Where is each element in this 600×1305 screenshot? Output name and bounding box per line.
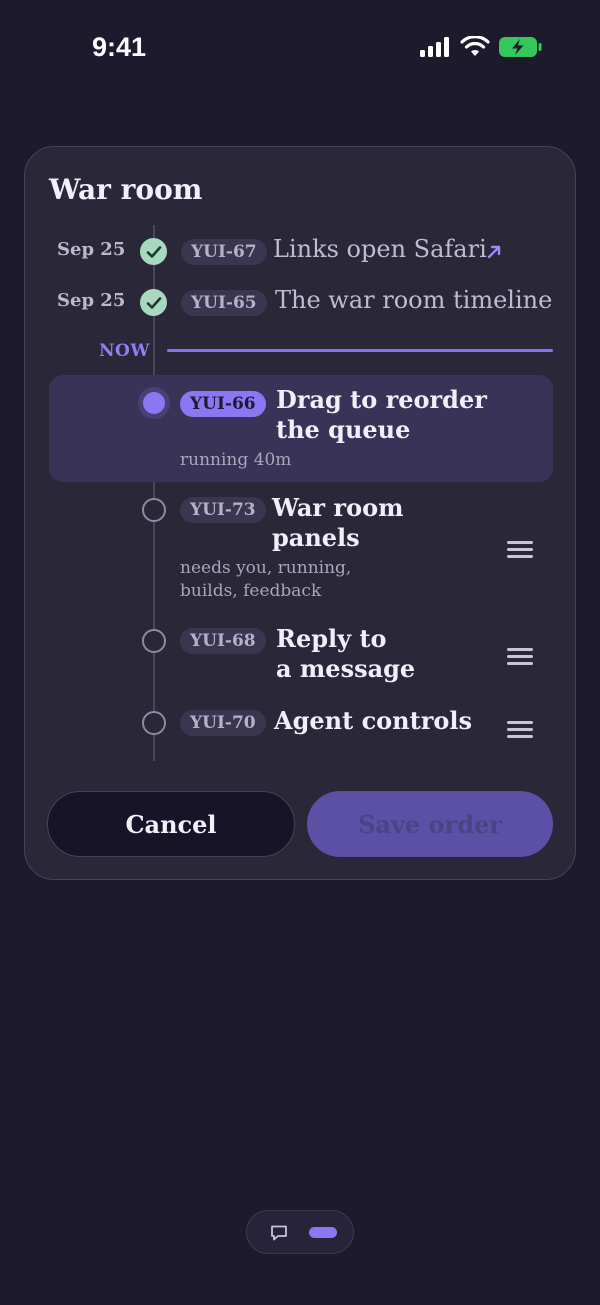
bottom-page-switcher[interactable] — [246, 1210, 354, 1254]
active-item-title-line1: Drag to reorder — [276, 385, 487, 414]
queue-item-title-line1[interactable]: Agent controls — [274, 706, 472, 736]
cellular-signal-icon — [420, 37, 449, 57]
issue-tag: YUI-70 — [180, 710, 266, 736]
issue-tag: YUI-67 — [181, 239, 267, 265]
issue-tag: YUI-65 — [181, 290, 267, 316]
status-time: 9:41 — [92, 32, 147, 62]
queue-item-title-line2[interactable]: panels — [272, 523, 360, 553]
queue-node-icon — [142, 629, 166, 653]
queue-item-subtitle-line2: builds, feedback — [180, 581, 322, 601]
drag-handle-icon[interactable] — [507, 648, 533, 665]
check-circle-icon — [140, 289, 167, 316]
done-item-date: Sep 25 — [57, 290, 126, 311]
done-item[interactable]: Sep 25 YUI-67 Links open Safari — [25, 233, 577, 269]
now-divider — [167, 349, 553, 352]
cancel-button[interactable]: Cancel — [47, 791, 295, 857]
issue-tag: YUI-73 — [180, 497, 266, 523]
done-item-date: Sep 25 — [57, 239, 126, 260]
page-indicator[interactable] — [309, 1227, 337, 1238]
card-title: War room — [49, 173, 203, 206]
queue-item-subtitle-line1: needs you, running, — [180, 558, 352, 578]
active-item-title-line2: the queue — [276, 415, 411, 444]
chat-bubble-icon[interactable] — [269, 1223, 289, 1243]
war-room-card: War room Sep 25 YUI-67 Links open Safari… — [24, 146, 576, 880]
status-icons — [420, 36, 542, 58]
done-item-title: The war room timeline — [275, 286, 553, 314]
issue-tag: YUI-68 — [180, 628, 266, 654]
done-item-title: Links open Safari — [273, 235, 487, 263]
battery-charging-icon — [499, 37, 542, 57]
save-order-button[interactable]: Save order — [307, 791, 553, 857]
queue-item-title-line2[interactable]: a message — [276, 654, 415, 684]
wifi-icon — [460, 36, 490, 56]
active-item-status: running 40m — [180, 450, 292, 470]
arrow-up-right-icon[interactable] — [486, 244, 502, 260]
check-circle-icon — [140, 238, 167, 265]
queue-item-title-line1[interactable]: War room — [272, 493, 403, 523]
now-label: NOW — [99, 341, 150, 361]
active-issue-tag: YUI-66 — [180, 391, 266, 417]
status-bar: 9:41 — [0, 0, 600, 96]
queue-item-title-line1[interactable]: Reply to — [276, 624, 387, 654]
queue-node-icon — [142, 498, 166, 522]
drag-handle-icon[interactable] — [507, 541, 533, 558]
done-item[interactable]: Sep 25 YUI-65 The war room timeline — [25, 284, 577, 320]
active-node-icon — [138, 387, 170, 419]
queue-node-icon — [142, 711, 166, 735]
drag-handle-icon[interactable] — [507, 721, 533, 738]
